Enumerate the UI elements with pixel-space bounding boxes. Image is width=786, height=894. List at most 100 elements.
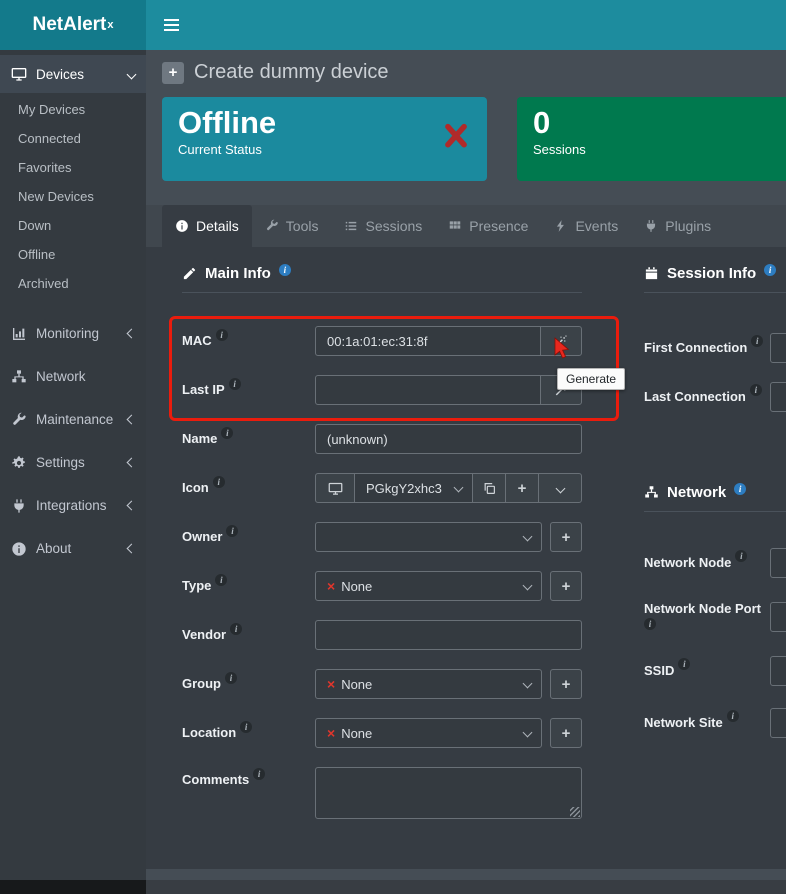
icon-select[interactable]: PGkgY2xhc3 — [354, 473, 473, 503]
session-info-header: Session Info — [644, 265, 786, 282]
sidebar-item-settings[interactable]: Settings — [0, 441, 146, 484]
tab-presence[interactable]: Presence — [435, 205, 541, 247]
sidebar-item-my-devices[interactable]: My Devices — [0, 95, 146, 124]
status-cards: Offline Current Status 0 Sessions — [146, 97, 786, 181]
mac-generate-button[interactable] — [540, 326, 582, 356]
network-node-label: Network Node — [644, 554, 770, 572]
sidebar-item-about[interactable]: About — [0, 527, 146, 570]
form-row-icon: Icon PGkgY2xhc3 — [182, 473, 582, 503]
group-select[interactable]: None — [315, 669, 542, 699]
sessions-label: Sessions — [533, 142, 786, 157]
tab-tools[interactable]: Tools — [252, 205, 332, 247]
copy-icon-button[interactable] — [472, 473, 506, 503]
tab-events[interactable]: Events — [541, 205, 631, 247]
sidebar-item-archived[interactable]: Archived — [0, 269, 146, 298]
sidebar-item-label: About — [36, 541, 119, 556]
form-row-last-ip: Last IP — [182, 375, 582, 405]
sidebar-item-favorites[interactable]: Favorites — [0, 153, 146, 182]
sessions-card: 0 Sessions — [517, 97, 786, 181]
x-mark-icon — [327, 677, 335, 691]
sidebar-item-devices[interactable]: Devices — [0, 55, 146, 93]
info-icon — [230, 623, 242, 635]
comments-textarea[interactable] — [315, 767, 582, 819]
brand-name: NetAlert — [32, 14, 106, 36]
x-mark-icon — [441, 121, 471, 151]
wrench-icon — [265, 219, 279, 233]
monitor-icon — [11, 66, 27, 82]
info-icon — [216, 329, 228, 341]
sidebar-sections: Monitoring Network Maintenance Settings … — [0, 312, 146, 570]
location-label: Location — [182, 725, 315, 742]
sidebar-item-connected[interactable]: Connected — [0, 124, 146, 153]
tab-details[interactable]: Details — [162, 205, 252, 247]
submenu-label: Down — [18, 218, 51, 233]
add-type-button[interactable] — [550, 571, 582, 601]
vendor-input[interactable] — [315, 620, 582, 650]
status-label: Current Status — [178, 142, 471, 157]
ssid-input[interactable] — [770, 656, 786, 686]
status-value: Offline — [178, 104, 471, 141]
add-icon-button[interactable] — [505, 473, 539, 503]
last-ip-label: Last IP — [182, 382, 315, 399]
location-select[interactable]: None — [315, 718, 542, 748]
plug-icon — [644, 219, 658, 233]
network-site-input[interactable] — [770, 708, 786, 738]
chevron-left-icon — [127, 458, 137, 468]
sidebar-item-maintenance[interactable]: Maintenance — [0, 398, 146, 441]
tab-sessions[interactable]: Sessions — [331, 205, 435, 247]
form-row-last-connection: Last Connection — [644, 382, 786, 412]
sidebar-item-offline[interactable]: Offline — [0, 240, 146, 269]
sidebar-item-integrations[interactable]: Integrations — [0, 484, 146, 527]
add-group-button[interactable] — [550, 669, 582, 699]
submenu-label: Connected — [18, 131, 81, 146]
form-row-owner: Owner — [182, 522, 582, 552]
form-row-type: Type None — [182, 571, 582, 601]
sidebar-item-label: Network — [36, 369, 135, 384]
last-connection-input[interactable] — [770, 382, 786, 412]
network-header: Network — [644, 484, 786, 501]
owner-select[interactable] — [315, 522, 542, 552]
info-icon — [735, 550, 747, 562]
main-content: Create dummy device Offline Current Stat… — [146, 50, 786, 894]
sidebar-item-down[interactable]: Down — [0, 211, 146, 240]
sidebar-item-network[interactable]: Network — [0, 355, 146, 398]
comments-label: Comments — [182, 767, 315, 789]
sidebar-item-monitoring[interactable]: Monitoring — [0, 312, 146, 355]
last-connection-label: Last Connection — [644, 388, 770, 406]
sitemap-icon — [11, 369, 27, 385]
form-row-ssid: SSID — [644, 656, 786, 686]
sidebar-item-new-devices[interactable]: New Devices — [0, 182, 146, 211]
sidebar-toggle-button[interactable] — [146, 0, 197, 50]
section-title: Session Info — [667, 265, 756, 282]
submenu-label: My Devices — [18, 102, 85, 117]
brand-logo[interactable]: NetAlertx — [0, 0, 146, 50]
network-node-input[interactable] — [770, 548, 786, 578]
first-connection-input[interactable] — [770, 333, 786, 363]
sidebar-item-label: Devices — [36, 67, 119, 82]
icon-expand-button[interactable] — [538, 473, 582, 503]
sidebar-item-label: Integrations — [36, 498, 119, 513]
mac-input[interactable] — [315, 326, 541, 356]
network-node-port-input[interactable] — [770, 602, 786, 632]
tab-plugins[interactable]: Plugins — [631, 205, 724, 247]
section-title: Network — [667, 484, 726, 501]
sidebar-item-label: Monitoring — [36, 326, 119, 341]
form-row-first-connection: First Connection — [644, 333, 786, 363]
info-icon — [221, 427, 233, 439]
plus-box-icon — [162, 62, 184, 84]
device-icon-preview-button[interactable] — [315, 473, 355, 503]
form-row-comments: Comments — [182, 767, 582, 819]
info-icon — [229, 378, 241, 390]
submenu-label: Favorites — [18, 160, 71, 175]
last-ip-input[interactable] — [315, 375, 541, 405]
info-icon — [253, 768, 265, 780]
add-owner-button[interactable] — [550, 522, 582, 552]
info-icon — [644, 618, 656, 630]
info-icon — [215, 574, 227, 586]
type-select[interactable]: None — [315, 571, 542, 601]
info-icon — [213, 476, 225, 488]
name-input[interactable] — [315, 424, 582, 454]
add-location-button[interactable] — [550, 718, 582, 748]
list-icon — [344, 219, 358, 233]
form-row-mac: MAC — [182, 326, 582, 356]
